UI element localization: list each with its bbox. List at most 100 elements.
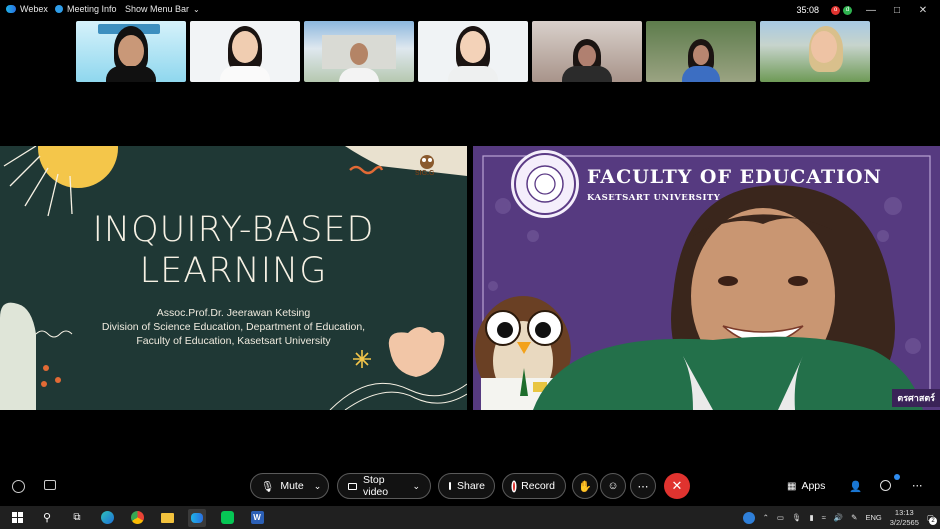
person-icon: 👤 [849, 481, 863, 493]
meeting-timer: 35:08 [796, 5, 819, 15]
hand-icon: ✋ [578, 480, 592, 493]
participant-thumbnail[interactable] [418, 21, 528, 82]
participant-thumbnail[interactable] [76, 21, 186, 82]
microphone-icon: 🎙 [261, 480, 275, 493]
participant-thumbnail[interactable] [304, 21, 414, 82]
star-icon [353, 350, 371, 368]
participant-thumbnail[interactable] [760, 21, 870, 82]
ai-assistant-icon[interactable] [12, 480, 25, 493]
mute-label: Mute [280, 480, 304, 492]
meeting-controls: 🎙 Mute ⌄ Stop video ⌄ Share Record ✋ ☺ ⋯… [0, 468, 940, 506]
info-icon [55, 5, 63, 13]
slide-title-line1: INQUIRY-BASED [92, 210, 375, 250]
notification-count: 2 [929, 517, 937, 525]
participant-thumbnail[interactable] [532, 21, 642, 82]
app-name: Webex [20, 4, 48, 14]
search-icon[interactable]: ⚲ [38, 509, 56, 527]
more-icon: ⋯ [912, 480, 923, 492]
apps-button[interactable]: ▦ Apps [787, 480, 825, 492]
recording-indicator: o [831, 5, 840, 15]
chevron-up-icon[interactable]: ⌃ [763, 513, 769, 522]
raise-hand-button[interactable]: ✋ [572, 473, 598, 499]
meeting-info-button[interactable]: Meeting Info [55, 4, 117, 14]
microphone-tray-icon[interactable]: 🎙 [792, 513, 802, 522]
speaker-person [533, 185, 923, 410]
more-panels-button[interactable]: ⋯ [912, 480, 923, 492]
system-tray: ⌃ ▭ 🎙 ▮ ≈ 🔊 ✎ ENG 13:13 3/2/2565 ▢ 2 [742, 506, 937, 529]
stop-video-label: Stop video [363, 474, 389, 498]
show-menu-bar-button[interactable]: Show Menu Bar ⌄ [125, 4, 200, 14]
share-screen-icon [449, 482, 451, 490]
record-button[interactable]: Record [502, 473, 566, 499]
speaker-video: FACULTY OF EDUCATION KASETSART UNIVERSIT… [473, 146, 940, 410]
stop-video-button[interactable]: Stop video ⌄ [337, 473, 431, 499]
apps-grid-icon: ▦ [787, 480, 797, 492]
task-view-icon[interactable]: ⧉ [68, 509, 86, 527]
clock-time: 13:13 [894, 507, 914, 517]
maximize-icon[interactable]: □ [890, 5, 904, 16]
faculty-title: FACULTY OF EDUCATION [587, 166, 882, 188]
slide-title: INQUIRY-BASED LEARNING [0, 210, 467, 292]
webex-logo-icon [6, 5, 16, 13]
slide-logo-text: SIG.G [415, 170, 435, 177]
leave-meeting-button[interactable]: ✕ [664, 473, 690, 499]
edge-browser-icon[interactable] [98, 509, 116, 527]
battery-icon[interactable]: ▮ [810, 513, 814, 522]
apps-label: Apps [801, 480, 826, 492]
mute-button[interactable]: 🎙 Mute ⌄ [250, 473, 329, 499]
wifi-icon[interactable]: ≈ [822, 513, 826, 522]
minimize-icon[interactable]: — [864, 5, 878, 16]
shared-slide: SIG.G INQUIRY-BASED LEARNING Assoc.Prof.… [0, 146, 467, 410]
clock[interactable]: 13:13 3/2/2565 [890, 508, 919, 528]
slide-subtitle: Assoc.Prof.Dr. Jeerawan Ketsing Division… [0, 306, 467, 348]
chevron-down-icon[interactable]: ⌄ [412, 481, 420, 492]
more-options-button[interactable]: ⋯ [630, 473, 656, 499]
close-icon[interactable]: ✕ [916, 5, 930, 16]
language-indicator[interactable]: ENG [865, 513, 881, 522]
slide-affiliation2: Faculty of Education, Kasetsart Universi… [136, 335, 331, 347]
volume-icon[interactable]: 🔊 [834, 513, 843, 522]
share-label: Share [457, 480, 486, 492]
pen-icon[interactable]: ✎ [851, 513, 857, 522]
clock-date: 3/2/2565 [889, 517, 919, 527]
notification-icon[interactable]: ▢ 2 [927, 513, 937, 525]
chevron-down-icon: ⌄ [193, 4, 200, 14]
file-explorer-icon[interactable] [158, 509, 176, 527]
windows-start-icon[interactable] [8, 509, 26, 527]
network-indicator: d [843, 5, 852, 15]
record-label: Record [521, 480, 555, 492]
meeting-info-label: Meeting Info [67, 4, 117, 14]
webex-app[interactable]: Webex [6, 4, 48, 14]
chat-notification-dot [894, 474, 900, 480]
sun-shape [38, 146, 118, 188]
chrome-browser-icon[interactable] [128, 509, 146, 527]
thai-banner-text: ตรศาสตร์ [892, 389, 940, 407]
participants-button[interactable]: 👤 [849, 480, 862, 493]
more-icon: ⋯ [637, 480, 649, 493]
slide-affiliation1: Division of Science Education, Departmen… [101, 321, 366, 333]
participant-thumbnail[interactable] [190, 21, 300, 82]
reactions-button[interactable]: ☺ [600, 473, 626, 499]
university-name: KASETSART UNIVERSITY [587, 193, 721, 203]
close-icon: ✕ [671, 478, 683, 493]
device-icon[interactable]: ▭ [777, 513, 784, 522]
share-button[interactable]: Share [438, 473, 495, 499]
video-camera-icon [348, 482, 357, 490]
show-menu-bar-label: Show Menu Bar [125, 4, 190, 14]
chevron-down-icon[interactable]: ⌄ [314, 481, 322, 492]
slide-author: Assoc.Prof.Dr. Jeerawan Ketsing [156, 307, 311, 319]
windows-taskbar: ⚲ ⧉ W ⌃ ▭ 🎙 ▮ ≈ 🔊 ✎ ENG 13:13 3/2/2565 ▢… [0, 506, 940, 529]
word-app-icon[interactable]: W [248, 509, 266, 527]
participant-thumbnail[interactable] [646, 21, 756, 82]
record-icon [513, 481, 516, 491]
captions-icon[interactable] [44, 480, 56, 490]
line-app-icon[interactable] [218, 509, 236, 527]
chat-bubble-icon [880, 480, 891, 491]
participant-thumbnails [76, 21, 870, 82]
smiley-icon: ☺ [607, 480, 619, 492]
help-icon[interactable] [742, 511, 755, 524]
slide-title-line2: LEARNING [139, 251, 328, 291]
faculty-seal-icon [511, 150, 579, 218]
chat-button[interactable] [880, 474, 900, 491]
webex-taskbar-icon[interactable] [188, 508, 206, 527]
